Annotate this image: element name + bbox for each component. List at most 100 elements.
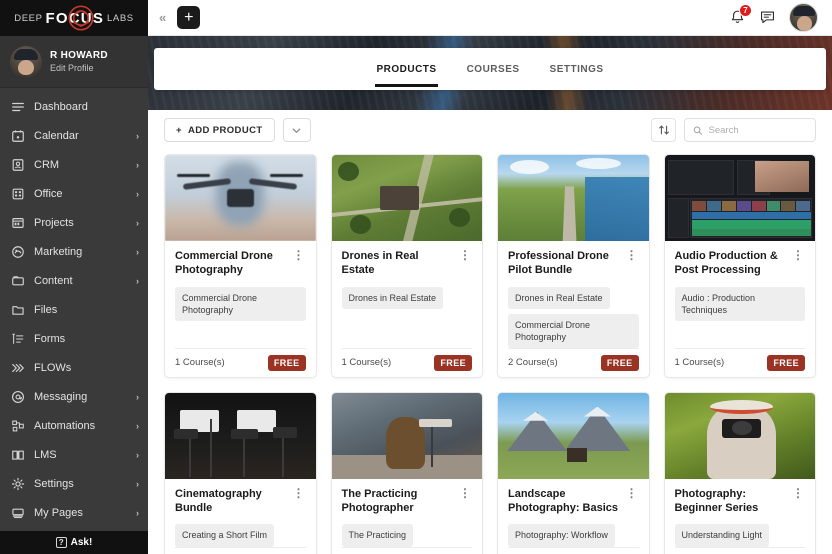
chevron-right-icon: ›: [136, 247, 139, 257]
product-tags: Understanding Light: [675, 524, 806, 546]
automations-icon: [11, 419, 25, 433]
product-tags: Photography: Workflow: [508, 524, 639, 546]
product-title: Landscape Photography: Basics: [508, 488, 621, 516]
video-editor-timeline-art: [665, 155, 816, 241]
ask-button[interactable]: ? Ask!: [0, 531, 148, 554]
messages-button[interactable]: [759, 9, 776, 26]
more-vertical-icon[interactable]: ⋮: [791, 250, 805, 260]
product-card[interactable]: Drones in Real Estate ⋮ Drones in Real E…: [331, 154, 484, 378]
more-vertical-icon[interactable]: ⋮: [625, 488, 639, 498]
more-vertical-icon[interactable]: ⋮: [791, 488, 805, 498]
chevron-right-icon: ›: [136, 392, 139, 402]
sidebar-item-label: Messaging: [34, 391, 127, 403]
sidebar-item-lms[interactable]: LMS ›: [0, 440, 148, 469]
chevron-right-icon: ›: [136, 479, 139, 489]
product-card[interactable]: Photography: Beginner Series ⋮ Understan…: [664, 392, 817, 554]
product-card[interactable]: Audio Production & Post Processing ⋮ Aud…: [664, 154, 817, 378]
product-thumbnail: [165, 393, 316, 479]
sidebar-item-dashboard[interactable]: Dashboard: [0, 92, 148, 121]
add-product-dropdown-button[interactable]: [283, 118, 311, 142]
tab-courses[interactable]: COURSES: [466, 52, 521, 87]
sidebar-item-label: LMS: [34, 449, 127, 461]
sidebar-item-automations[interactable]: Automations ›: [0, 411, 148, 440]
product-footer: 1 Course(s) FREE: [342, 348, 473, 377]
product-tag: Photography: Workflow: [508, 524, 615, 546]
notifications-button[interactable]: 7: [729, 9, 746, 26]
add-product-button[interactable]: + ADD PRODUCT: [164, 118, 275, 142]
gear-icon: [11, 477, 25, 491]
sidebar-item-calendar[interactable]: Calendar ›: [0, 121, 148, 150]
price-badge: FREE: [601, 355, 639, 371]
chevron-right-icon: ›: [136, 189, 139, 199]
product-card[interactable]: Professional Drone Pilot Bundle ⋮ Drones…: [497, 154, 650, 378]
calendar-icon: [11, 129, 25, 143]
tab-products[interactable]: PRODUCTS: [375, 52, 437, 87]
product-title: Drones in Real Estate: [342, 250, 455, 278]
sidebar-item-label: Office: [34, 188, 127, 200]
more-vertical-icon[interactable]: ⋮: [625, 250, 639, 260]
chevron-right-icon: ›: [136, 160, 139, 170]
sort-button[interactable]: [651, 118, 676, 142]
sidebar-item-crm[interactable]: CRM ›: [0, 150, 148, 179]
sidebar-profile[interactable]: R HOWARD Edit Profile: [0, 36, 148, 88]
product-tags: Drones in Real Estate: [342, 287, 473, 309]
header-banner: PRODUCTS COURSES SETTINGS: [148, 36, 832, 110]
product-thumbnail: [665, 393, 816, 479]
search-box[interactable]: [684, 118, 816, 142]
product-tags: Commercial Drone Photography: [175, 287, 306, 321]
collapse-sidebar-button[interactable]: «: [154, 8, 170, 27]
sidebar-item-files[interactable]: Files: [0, 295, 148, 324]
price-badge: FREE: [767, 355, 805, 371]
chevron-right-icon: ›: [136, 450, 139, 460]
product-tag: Drones in Real Estate: [508, 287, 610, 309]
lms-icon: [11, 448, 25, 462]
more-vertical-icon[interactable]: ⋮: [292, 488, 306, 498]
sidebar-item-label: Projects: [34, 217, 127, 229]
user-avatar-button[interactable]: [789, 3, 818, 32]
sidebar-item-forms[interactable]: Forms: [0, 324, 148, 353]
edit-profile-link[interactable]: Edit Profile: [50, 63, 108, 73]
product-card[interactable]: Cinematography Bundle ⋮ Creating a Short…: [164, 392, 317, 554]
sidebar-item-content[interactable]: Content ›: [0, 266, 148, 295]
price-badge: FREE: [268, 355, 306, 371]
messaging-icon: [11, 390, 25, 404]
products-grid: Commercial Drone Photography ⋮ Commercia…: [164, 154, 816, 554]
product-card[interactable]: The Practicing Photographer ⋮ The Practi…: [331, 392, 484, 554]
search-input[interactable]: [709, 125, 808, 136]
sidebar-item-flows[interactable]: FLOWs: [0, 353, 148, 382]
sidebar-item-messaging[interactable]: Messaging ›: [0, 382, 148, 411]
products-panel: + ADD PRODUCT: [148, 110, 832, 554]
product-footer: [342, 547, 473, 554]
sidebar-menu: Dashboard Calendar › CRM: [0, 88, 148, 531]
product-title: The Practicing Photographer: [342, 488, 455, 516]
more-vertical-icon[interactable]: ⋮: [458, 488, 472, 498]
product-tag: The Practicing: [342, 524, 414, 546]
product-tag: Commercial Drone Photography: [175, 287, 306, 321]
product-thumbnail: [665, 155, 816, 241]
tab-settings[interactable]: SETTINGS: [549, 52, 605, 87]
sidebar-item-label: My Pages: [34, 507, 127, 519]
sidebar-item-my-pages[interactable]: My Pages ›: [0, 498, 148, 527]
real-estate-aerial-art: [332, 155, 483, 241]
sidebar-item-marketing[interactable]: Marketing ›: [0, 237, 148, 266]
more-vertical-icon[interactable]: ⋮: [292, 250, 306, 260]
sidebar-item-projects[interactable]: Projects ›: [0, 208, 148, 237]
add-new-button[interactable]: +: [177, 6, 200, 29]
brand-logo[interactable]: DEEP FOCUS LABS: [0, 0, 148, 36]
product-footer: 1 Course(s) FREE: [675, 348, 806, 377]
chevron-right-icon: ›: [136, 218, 139, 228]
sidebar-item-label: Files: [34, 304, 139, 316]
sidebar-item-settings[interactable]: Settings ›: [0, 469, 148, 498]
sidebar-item-label: CRM: [34, 159, 127, 171]
product-card[interactable]: Commercial Drone Photography ⋮ Commercia…: [164, 154, 317, 378]
course-count: 1 Course(s): [175, 357, 225, 368]
brand-word-labs: LABS: [107, 13, 134, 24]
product-footer: [175, 547, 306, 554]
product-card[interactable]: Landscape Photography: Basics ⋮ Photogra…: [497, 392, 650, 554]
sidebar-item-office[interactable]: Office ›: [0, 179, 148, 208]
projects-icon: [11, 216, 25, 230]
plus-icon: +: [176, 125, 182, 136]
product-tags: Drones in Real Estate Commercial Drone P…: [508, 287, 639, 348]
sidebar-item-label: Content: [34, 275, 127, 287]
more-vertical-icon[interactable]: ⋮: [458, 250, 472, 260]
